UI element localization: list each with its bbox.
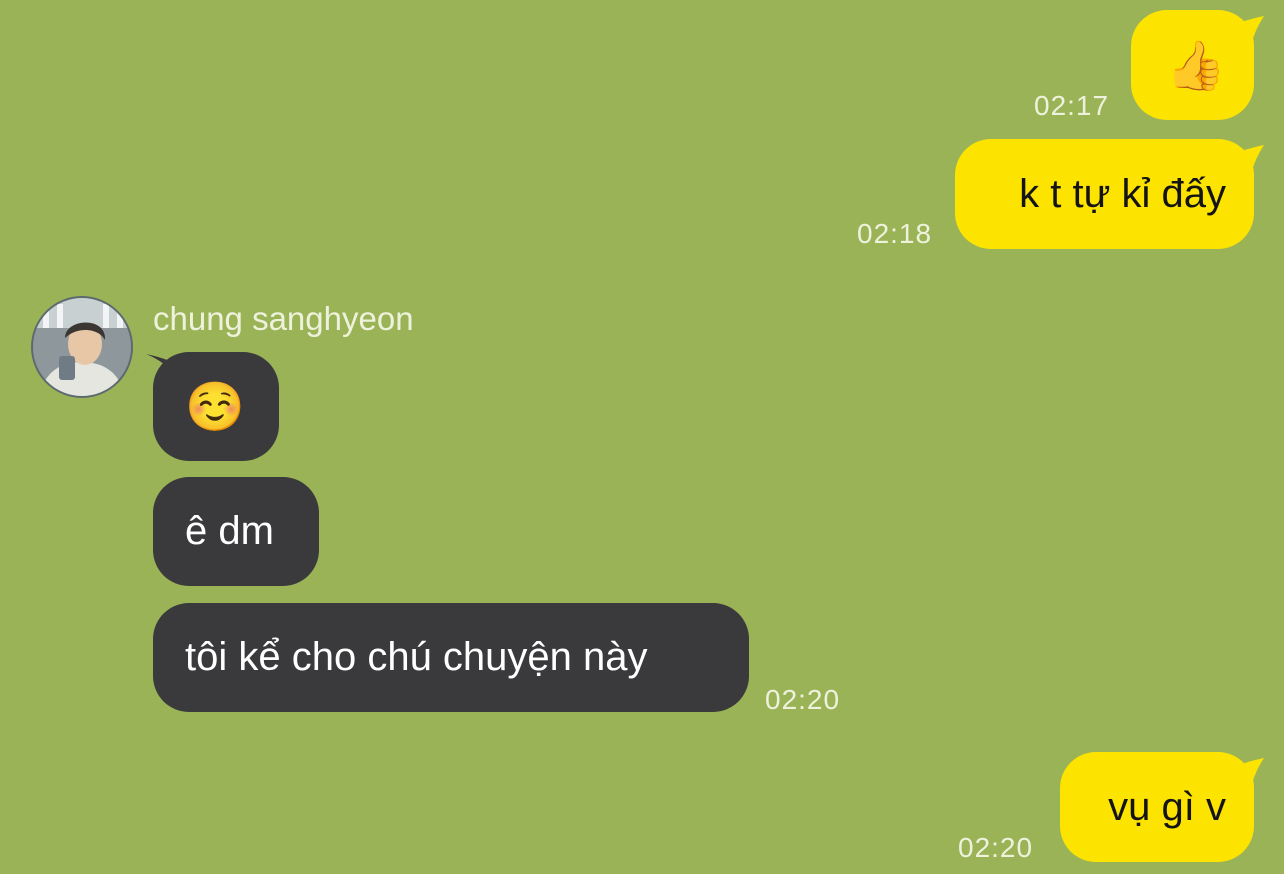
photo-light bbox=[57, 304, 63, 328]
message-text: vụ gì v bbox=[1108, 784, 1226, 829]
thumbs-up-emoji: 👍 bbox=[1166, 37, 1226, 94]
photo-light bbox=[103, 304, 109, 328]
smiling-face-emoji: ☺️ bbox=[185, 379, 245, 435]
sender-name: chung sanghyeon bbox=[153, 300, 414, 337]
message-bubble-incoming[interactable]: tôi kể cho chú chuyện này bbox=[153, 603, 749, 712]
message-bubble-outgoing[interactable]: vụ gì v bbox=[1060, 752, 1254, 862]
message-timestamp: 02:20 bbox=[765, 684, 841, 715]
profile-photo-icon bbox=[33, 298, 131, 396]
message-bubble-incoming[interactable]: ☺️ bbox=[153, 352, 279, 461]
message-text: ê dm bbox=[185, 509, 274, 553]
photo-phone bbox=[59, 356, 75, 380]
message-timestamp: 02:20 bbox=[958, 832, 1034, 863]
photo-light bbox=[43, 306, 49, 328]
chat-thread: 👍 02:17 k t tự kỉ đấy 02:18 chung sanghy… bbox=[0, 0, 1284, 874]
photo-light bbox=[117, 306, 123, 328]
message-text: k t tự kỉ đấy bbox=[1019, 171, 1226, 216]
message-timestamp: 02:18 bbox=[857, 218, 933, 249]
message-bubble-outgoing[interactable]: 👍 bbox=[1131, 10, 1254, 120]
avatar[interactable] bbox=[31, 296, 133, 398]
message-timestamp: 02:17 bbox=[1034, 90, 1110, 121]
message-bubble-outgoing[interactable]: k t tự kỉ đấy bbox=[955, 139, 1254, 249]
message-text: tôi kể cho chú chuyện này bbox=[185, 635, 648, 679]
message-bubble-incoming[interactable]: ê dm bbox=[153, 477, 319, 586]
